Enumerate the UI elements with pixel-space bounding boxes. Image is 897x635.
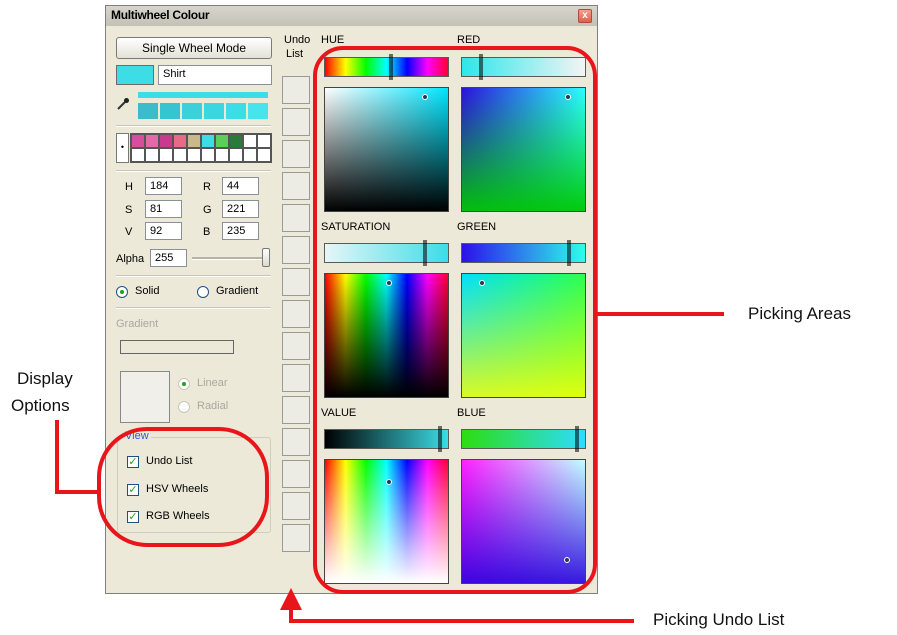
separator [116,307,271,309]
undo-list-slot[interactable] [282,204,310,232]
v-label: V [125,226,133,238]
h-label: H [125,181,133,193]
colour-variant-swatch[interactable] [182,103,202,119]
colour-variant-swatch[interactable] [204,103,224,119]
undo-list-slot[interactable] [282,492,310,520]
undo-list-slot[interactable] [282,332,310,360]
display-options-callout-line-vertical [55,420,59,494]
palette-swatch[interactable] [215,134,229,148]
undo-list-slot[interactable] [282,268,310,296]
undo-list-slot[interactable] [282,300,310,328]
eyedropper-icon[interactable] [116,97,130,111]
display-options-label-line1: Display [17,369,73,388]
s-value-field[interactable]: 81 [145,200,182,218]
picking-undo-list-callout-line-horizontal [289,619,634,623]
display-options-callout-box [97,427,269,547]
gradient-radio-label: Gradient [216,285,259,297]
b-value-field[interactable]: 235 [222,222,259,240]
g-value-field[interactable]: 221 [222,200,259,218]
palette-swatch[interactable] [159,148,173,162]
palette-swatch[interactable] [173,148,187,162]
current-colour-swatch[interactable] [116,65,154,85]
palette-swatch[interactable] [201,148,215,162]
colour-variant-swatch[interactable] [138,103,158,119]
palette-swatch[interactable] [145,134,159,148]
radial-label: Radial [197,400,229,412]
red-label: RED [457,34,481,46]
colour-palette [130,133,272,163]
separator [116,170,271,172]
palette-swatch[interactable] [173,134,187,148]
linear-label: Linear [197,377,228,389]
palette-swatch[interactable] [145,148,159,162]
undo-list-slot[interactable] [282,140,310,168]
alpha-slider-track[interactable] [192,257,268,260]
undo-list-slot[interactable] [282,76,310,104]
gradient-swatch[interactable] [120,371,170,423]
undo-list-slot[interactable] [282,236,310,264]
undo-list-label-line1: Undo [284,34,311,46]
undo-list-slot[interactable] [282,396,310,424]
palette-menu-button[interactable]: • [116,133,129,163]
alpha-value-field[interactable]: 255 [150,249,187,267]
undo-list-slot[interactable] [282,172,310,200]
b-label: B [203,226,211,238]
palette-swatch[interactable] [187,134,201,148]
g-label: G [203,204,212,216]
separator [116,125,271,127]
picking-areas-label: Picking Areas [748,304,851,323]
undo-list-label-line2: List [286,48,304,60]
alpha-slider-handle[interactable] [262,248,270,267]
gradient-radio[interactable] [197,286,209,298]
picking-areas-callout-line [597,312,724,316]
r-label: R [203,181,211,193]
palette-swatch[interactable] [201,134,215,148]
palette-swatch[interactable] [257,134,271,148]
v-value-field[interactable]: 92 [145,222,182,240]
palette-swatch[interactable] [131,134,145,148]
single-wheel-mode-button[interactable]: Single Wheel Mode [116,37,272,59]
undo-list-slot[interactable] [282,524,310,552]
h-value-field[interactable]: 184 [145,177,182,195]
colour-variant-swatch[interactable] [160,103,180,119]
palette-swatch[interactable] [215,148,229,162]
hue-label: HUE [321,34,345,46]
undo-list-slot[interactable] [282,364,310,392]
solid-radio[interactable] [116,286,128,298]
separator [116,275,271,277]
display-options-label-line2: Options [11,396,70,415]
undo-list-slot[interactable] [282,428,310,456]
radial-radio[interactable] [178,401,190,413]
undo-list-slot[interactable] [282,460,310,488]
palette-swatch[interactable] [131,148,145,162]
linear-radio[interactable] [178,378,190,390]
solid-label: Solid [135,285,160,297]
window-title: Multiwheel Colour [111,8,210,22]
r-value-field[interactable]: 44 [222,177,259,195]
s-label: S [125,204,133,216]
colour-variant-swatch[interactable] [248,103,268,119]
close-button[interactable]: x [578,9,592,23]
palette-swatch[interactable] [187,148,201,162]
picking-areas-callout-box [313,46,597,594]
picking-undo-list-label: Picking Undo List [653,610,785,629]
alpha-label: Alpha [116,253,145,265]
palette-swatch[interactable] [257,148,271,162]
undo-list-slot[interactable] [282,108,310,136]
colour-variant-swatch[interactable] [226,103,246,119]
palette-swatch[interactable] [229,148,243,162]
gradient-section-label: Gradient [116,318,159,330]
palette-swatch[interactable] [159,134,173,148]
colour-name-field[interactable]: Shirt [158,65,272,85]
colour-bar [138,92,268,98]
palette-swatch[interactable] [229,134,243,148]
palette-swatch[interactable] [243,134,257,148]
colour-variants [138,103,268,119]
display-options-callout-line-horizontal [55,490,99,494]
undo-list [282,76,312,587]
palette-swatch[interactable] [243,148,257,162]
gradient-preview[interactable] [120,340,234,354]
